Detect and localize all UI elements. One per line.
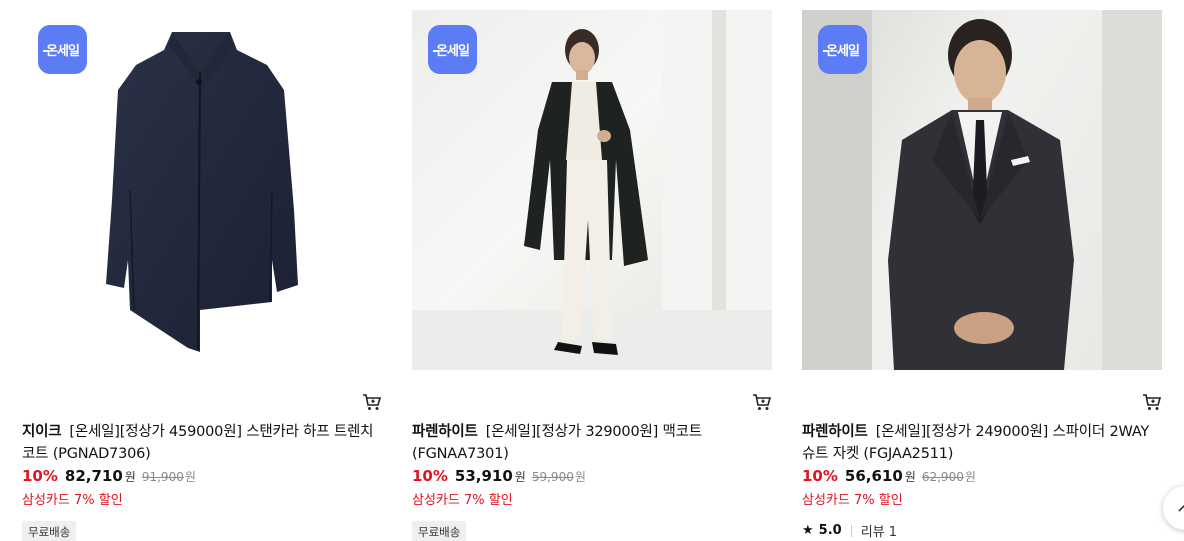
product-card: 온세일 지이크 [온세일][정상가 459000원] 스탠카라 하프 트렌치 코트…: [22, 10, 382, 541]
original-price: 91,900: [141, 470, 184, 484]
product-brand: 지이크: [22, 424, 62, 440]
scroll-to-top-button[interactable]: [1163, 486, 1184, 530]
original-price: 59,900: [531, 470, 574, 484]
star-icon: ★: [802, 523, 814, 538]
product-image-link[interactable]: 온세일: [412, 10, 772, 370]
product-info: 파렌하이트 [온세일][정상가 249000원] 스파이더 2WAY 슈트 자켓 …: [802, 421, 1162, 540]
badge-label: 온세일: [826, 44, 860, 59]
free-shipping-tag: 무료배송: [412, 521, 467, 541]
discount-rate: 10%: [412, 467, 448, 485]
product-grid: 온세일 지이크 [온세일][정상가 459000원] 스탠카라 하프 트렌치 코트…: [0, 0, 1184, 541]
divider: [850, 524, 852, 537]
price-row: 10% 82,710 원 91,900 원: [22, 467, 382, 487]
rating-score: 5.0: [818, 523, 842, 538]
original-currency-unit: 원: [184, 470, 196, 484]
price-row: 10% 53,910 원 59,900 원: [412, 467, 772, 487]
product-name: [온세일][정상가 459000원] 스탠카라 하프 트렌치 코트 (PGNAD…: [22, 424, 374, 462]
currency-unit: 원: [514, 470, 526, 484]
card-discount: 삼성카드 7% 할인: [802, 493, 903, 508]
review-summary: ★ 5.0 리뷰 1: [802, 521, 1162, 540]
product-title-link[interactable]: 지이크 [온세일][정상가 459000원] 스탠카라 하프 트렌치 코트 (PG…: [22, 421, 382, 465]
chevron-up-icon: [1178, 504, 1184, 512]
original-currency-unit: 원: [964, 470, 976, 484]
onsale-badge: 온세일: [428, 25, 477, 74]
cart-icon[interactable]: [752, 392, 772, 412]
onsale-badge: 온세일: [818, 25, 867, 74]
sale-price: 56,610: [844, 467, 903, 485]
badge-label: 온세일: [436, 44, 470, 59]
card-discount: 삼성카드 7% 할인: [22, 493, 123, 508]
free-shipping-tag: 무료배송: [22, 521, 77, 541]
discount-rate: 10%: [802, 467, 838, 485]
discount-rate: 10%: [22, 467, 58, 485]
sale-price: 82,710: [64, 467, 123, 485]
product-brand: 파렌하이트: [802, 424, 868, 440]
product-info: 지이크 [온세일][정상가 459000원] 스탠카라 하프 트렌치 코트 (PG…: [22, 421, 382, 541]
product-info: 파렌하이트 [온세일][정상가 329000원] 맥코트 (FGNAA7301) …: [412, 421, 772, 541]
card-discount: 삼성카드 7% 할인: [412, 493, 513, 508]
cart-icon[interactable]: [1142, 392, 1162, 412]
price-row: 10% 56,610 원 62,900 원: [802, 467, 1162, 487]
product-card: 온세일 파렌하이트 [온세일][정상가 329000원] 맥코트 (FGNAA73…: [412, 10, 772, 541]
product-title-link[interactable]: 파렌하이트 [온세일][정상가 249000원] 스파이더 2WAY 슈트 자켓 …: [802, 421, 1162, 465]
cart-icon[interactable]: [362, 392, 382, 412]
original-price: 62,900: [921, 470, 964, 484]
badge-label: 온세일: [46, 44, 80, 59]
product-image-link[interactable]: 온세일: [22, 10, 382, 370]
currency-unit: 원: [904, 470, 916, 484]
product-image-link[interactable]: 온세일: [802, 10, 1162, 370]
currency-unit: 원: [124, 470, 136, 484]
product-brand: 파렌하이트: [412, 424, 478, 440]
review-count[interactable]: 리뷰 1: [861, 521, 897, 540]
onsale-badge: 온세일: [38, 25, 87, 74]
sale-price: 53,910: [454, 467, 513, 485]
product-title-link[interactable]: 파렌하이트 [온세일][정상가 329000원] 맥코트 (FGNAA7301): [412, 421, 772, 465]
original-currency-unit: 원: [574, 470, 586, 484]
product-card: 온세일 파렌하이트 [온세일][정상가 249000원] 스파이더 2WAY 슈트…: [802, 10, 1162, 540]
